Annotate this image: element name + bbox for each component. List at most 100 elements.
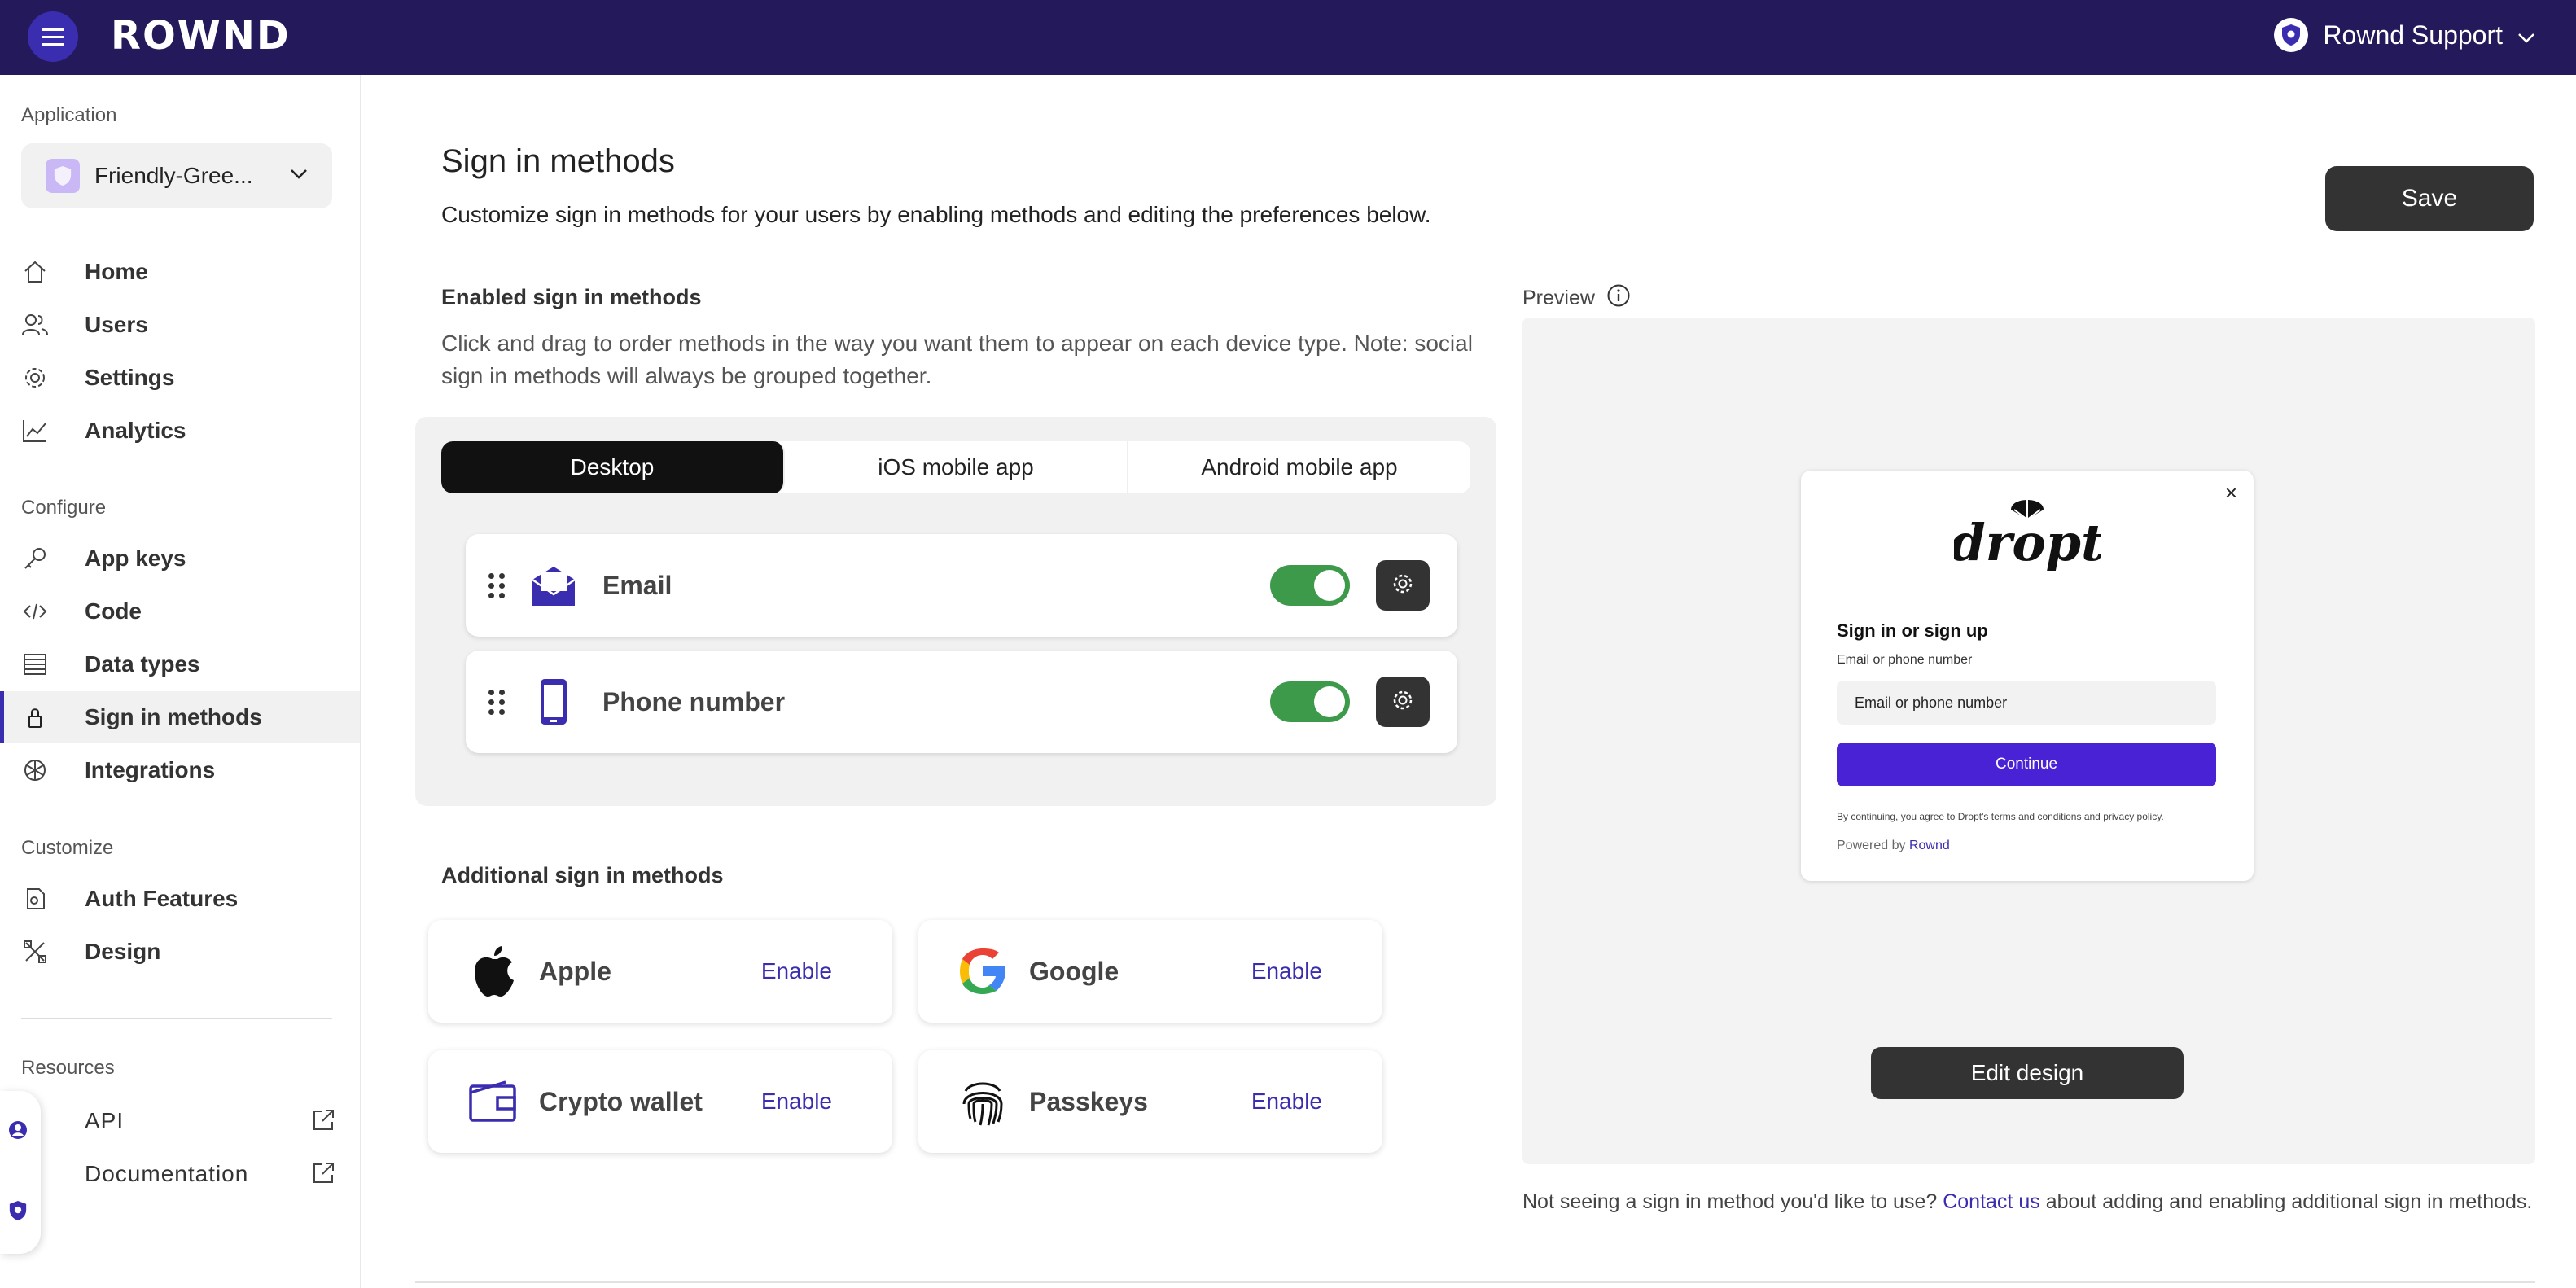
phone-icon bbox=[528, 676, 580, 728]
sidebar-item-label: Analytics bbox=[85, 418, 186, 443]
app-shield-icon bbox=[46, 159, 80, 193]
contact-us-link[interactable]: Contact us bbox=[1943, 1190, 2040, 1213]
sidebar-divider bbox=[21, 1018, 332, 1019]
info-icon[interactable] bbox=[1606, 283, 1631, 313]
sidebar-item-label: Code bbox=[85, 598, 142, 624]
sidebar-item-label: Documentation bbox=[85, 1161, 249, 1186]
sidebar-item-settings[interactable]: Settings bbox=[0, 352, 360, 404]
additional-method-passkeys: Passkeys Enable bbox=[918, 1050, 1382, 1153]
configure-section-label: Configure bbox=[21, 497, 107, 519]
external-link-icon bbox=[311, 1108, 335, 1137]
sidebar-item-label: Settings bbox=[85, 365, 175, 390]
sidebar-item-code[interactable]: Code bbox=[0, 585, 360, 637]
preview-label: Preview bbox=[1522, 283, 1631, 313]
additional-method-google: Google Enable bbox=[918, 920, 1382, 1023]
sidebar-item-auth-features[interactable]: Auth Features bbox=[0, 873, 360, 925]
apple-icon bbox=[464, 943, 521, 1000]
email-settings-button[interactable] bbox=[1376, 560, 1430, 611]
additional-methods-title: Additional sign in methods bbox=[441, 863, 724, 887]
phone-enabled-toggle[interactable] bbox=[1270, 681, 1350, 722]
hamburger-line bbox=[42, 28, 64, 31]
sidebar-item-documentation[interactable]: Documentation bbox=[0, 1148, 360, 1200]
sidebar: Application Friendly-Gree... Home Users … bbox=[0, 75, 361, 1288]
account-menu[interactable]: Rownd Support bbox=[2274, 18, 2535, 52]
drag-handle-icon[interactable] bbox=[488, 689, 505, 715]
sidebar-item-data-types[interactable]: Data types bbox=[0, 638, 360, 690]
method-label: Crypto wallet bbox=[539, 1086, 703, 1116]
privacy-link[interactable]: privacy policy bbox=[2103, 811, 2161, 822]
sidebar-item-app-keys[interactable]: App keys bbox=[0, 532, 360, 585]
home-icon bbox=[21, 258, 49, 286]
sidebar-item-users[interactable]: Users bbox=[0, 299, 360, 351]
additional-method-apple: Apple Enable bbox=[428, 920, 892, 1023]
integrations-icon bbox=[21, 756, 49, 784]
additional-method-crypto-wallet: Crypto wallet Enable bbox=[428, 1050, 892, 1153]
app-name: Friendly-Gree... bbox=[94, 163, 253, 188]
save-button[interactable]: Save bbox=[2325, 166, 2534, 231]
tab-android-mobile-app[interactable]: Android mobile app bbox=[1128, 441, 1470, 493]
code-icon bbox=[21, 598, 49, 625]
account-name: Rownd Support bbox=[2323, 20, 2503, 50]
hamburger-menu-button[interactable] bbox=[28, 11, 78, 62]
sidebar-item-label: Data types bbox=[85, 651, 200, 677]
sidebar-item-label: Sign in methods bbox=[85, 704, 262, 729]
hamburger-line bbox=[42, 35, 64, 38]
method-card-email[interactable]: Email bbox=[466, 534, 1457, 637]
list-icon bbox=[21, 651, 49, 678]
shield-icon[interactable] bbox=[8, 1200, 28, 1225]
rownd-link[interactable]: Rownd bbox=[1909, 839, 1950, 852]
floating-widget[interactable] bbox=[0, 1091, 41, 1254]
sidebar-item-analytics[interactable]: Analytics bbox=[0, 405, 360, 457]
chevron-down-icon bbox=[2517, 20, 2535, 50]
sidebar-item-sign-in-methods[interactable]: Sign in methods bbox=[0, 691, 360, 743]
method-label: Phone number bbox=[602, 686, 786, 716]
sidebar-item-integrations[interactable]: Integrations bbox=[0, 744, 360, 796]
design-icon bbox=[21, 938, 49, 966]
tab-ios-mobile-app[interactable]: iOS mobile app bbox=[785, 441, 1128, 493]
application-select[interactable]: Friendly-Gree... bbox=[21, 143, 332, 208]
auth-features-icon bbox=[21, 885, 49, 913]
email-or-phone-input[interactable]: Email or phone number bbox=[1837, 681, 2216, 725]
method-label: Email bbox=[602, 570, 672, 600]
google-icon bbox=[954, 943, 1011, 1000]
external-link-icon bbox=[311, 1161, 335, 1189]
sidebar-item-label: App keys bbox=[85, 545, 186, 571]
application-section-label: Application bbox=[21, 104, 117, 126]
sidebar-item-home[interactable]: Home bbox=[0, 246, 360, 298]
preview-title: Preview bbox=[1522, 287, 1595, 309]
sidebar-item-design[interactable]: Design bbox=[0, 926, 360, 978]
sign-in-modal-preview: × dropt Sign in or sign up Email or phon… bbox=[1801, 471, 2254, 881]
legal-text: By continuing, you agree to Dropt's term… bbox=[1837, 811, 2164, 822]
terms-link[interactable]: terms and conditions bbox=[1991, 811, 2082, 822]
gear-icon bbox=[1391, 689, 1414, 716]
enable-apple-button[interactable]: Enable bbox=[761, 958, 832, 984]
customize-section-label: Customize bbox=[21, 837, 114, 859]
chevron-down-icon bbox=[290, 169, 308, 184]
drag-handle-icon[interactable] bbox=[488, 572, 505, 598]
gear-icon bbox=[21, 364, 49, 392]
gear-icon bbox=[1391, 572, 1414, 599]
users-icon bbox=[21, 311, 49, 339]
email-enabled-toggle[interactable] bbox=[1270, 565, 1350, 606]
method-label: Google bbox=[1029, 956, 1119, 986]
method-card-phone-number[interactable]: Phone number bbox=[466, 651, 1457, 753]
phone-settings-button[interactable] bbox=[1376, 677, 1430, 727]
modal-title: Sign in or sign up bbox=[1837, 620, 1988, 641]
sidebar-item-api[interactable]: API bbox=[0, 1095, 360, 1147]
enable-passkeys-button[interactable]: Enable bbox=[1251, 1089, 1322, 1115]
edit-design-button[interactable]: Edit design bbox=[1871, 1047, 2184, 1099]
sidebar-item-label: Auth Features bbox=[85, 886, 239, 911]
user-circle-icon[interactable] bbox=[8, 1120, 28, 1144]
enable-google-button[interactable]: Enable bbox=[1251, 958, 1322, 984]
tab-desktop[interactable]: Desktop bbox=[441, 441, 785, 493]
rownd-logo[interactable]: ROWND bbox=[111, 13, 291, 59]
powered-by: Powered by Rownd bbox=[1837, 839, 1950, 852]
continue-button[interactable]: Continue bbox=[1837, 743, 2216, 786]
enable-crypto-wallet-button[interactable]: Enable bbox=[761, 1089, 832, 1115]
device-tabs: Desktop iOS mobile app Android mobile ap… bbox=[441, 441, 1470, 493]
not-seeing-method-text: Not seeing a sign in method you'd like t… bbox=[1522, 1190, 2533, 1213]
method-label: Apple bbox=[539, 956, 611, 986]
method-label: Passkeys bbox=[1029, 1086, 1148, 1116]
bottom-divider bbox=[415, 1281, 2535, 1283]
sidebar-item-label: Users bbox=[85, 312, 148, 337]
